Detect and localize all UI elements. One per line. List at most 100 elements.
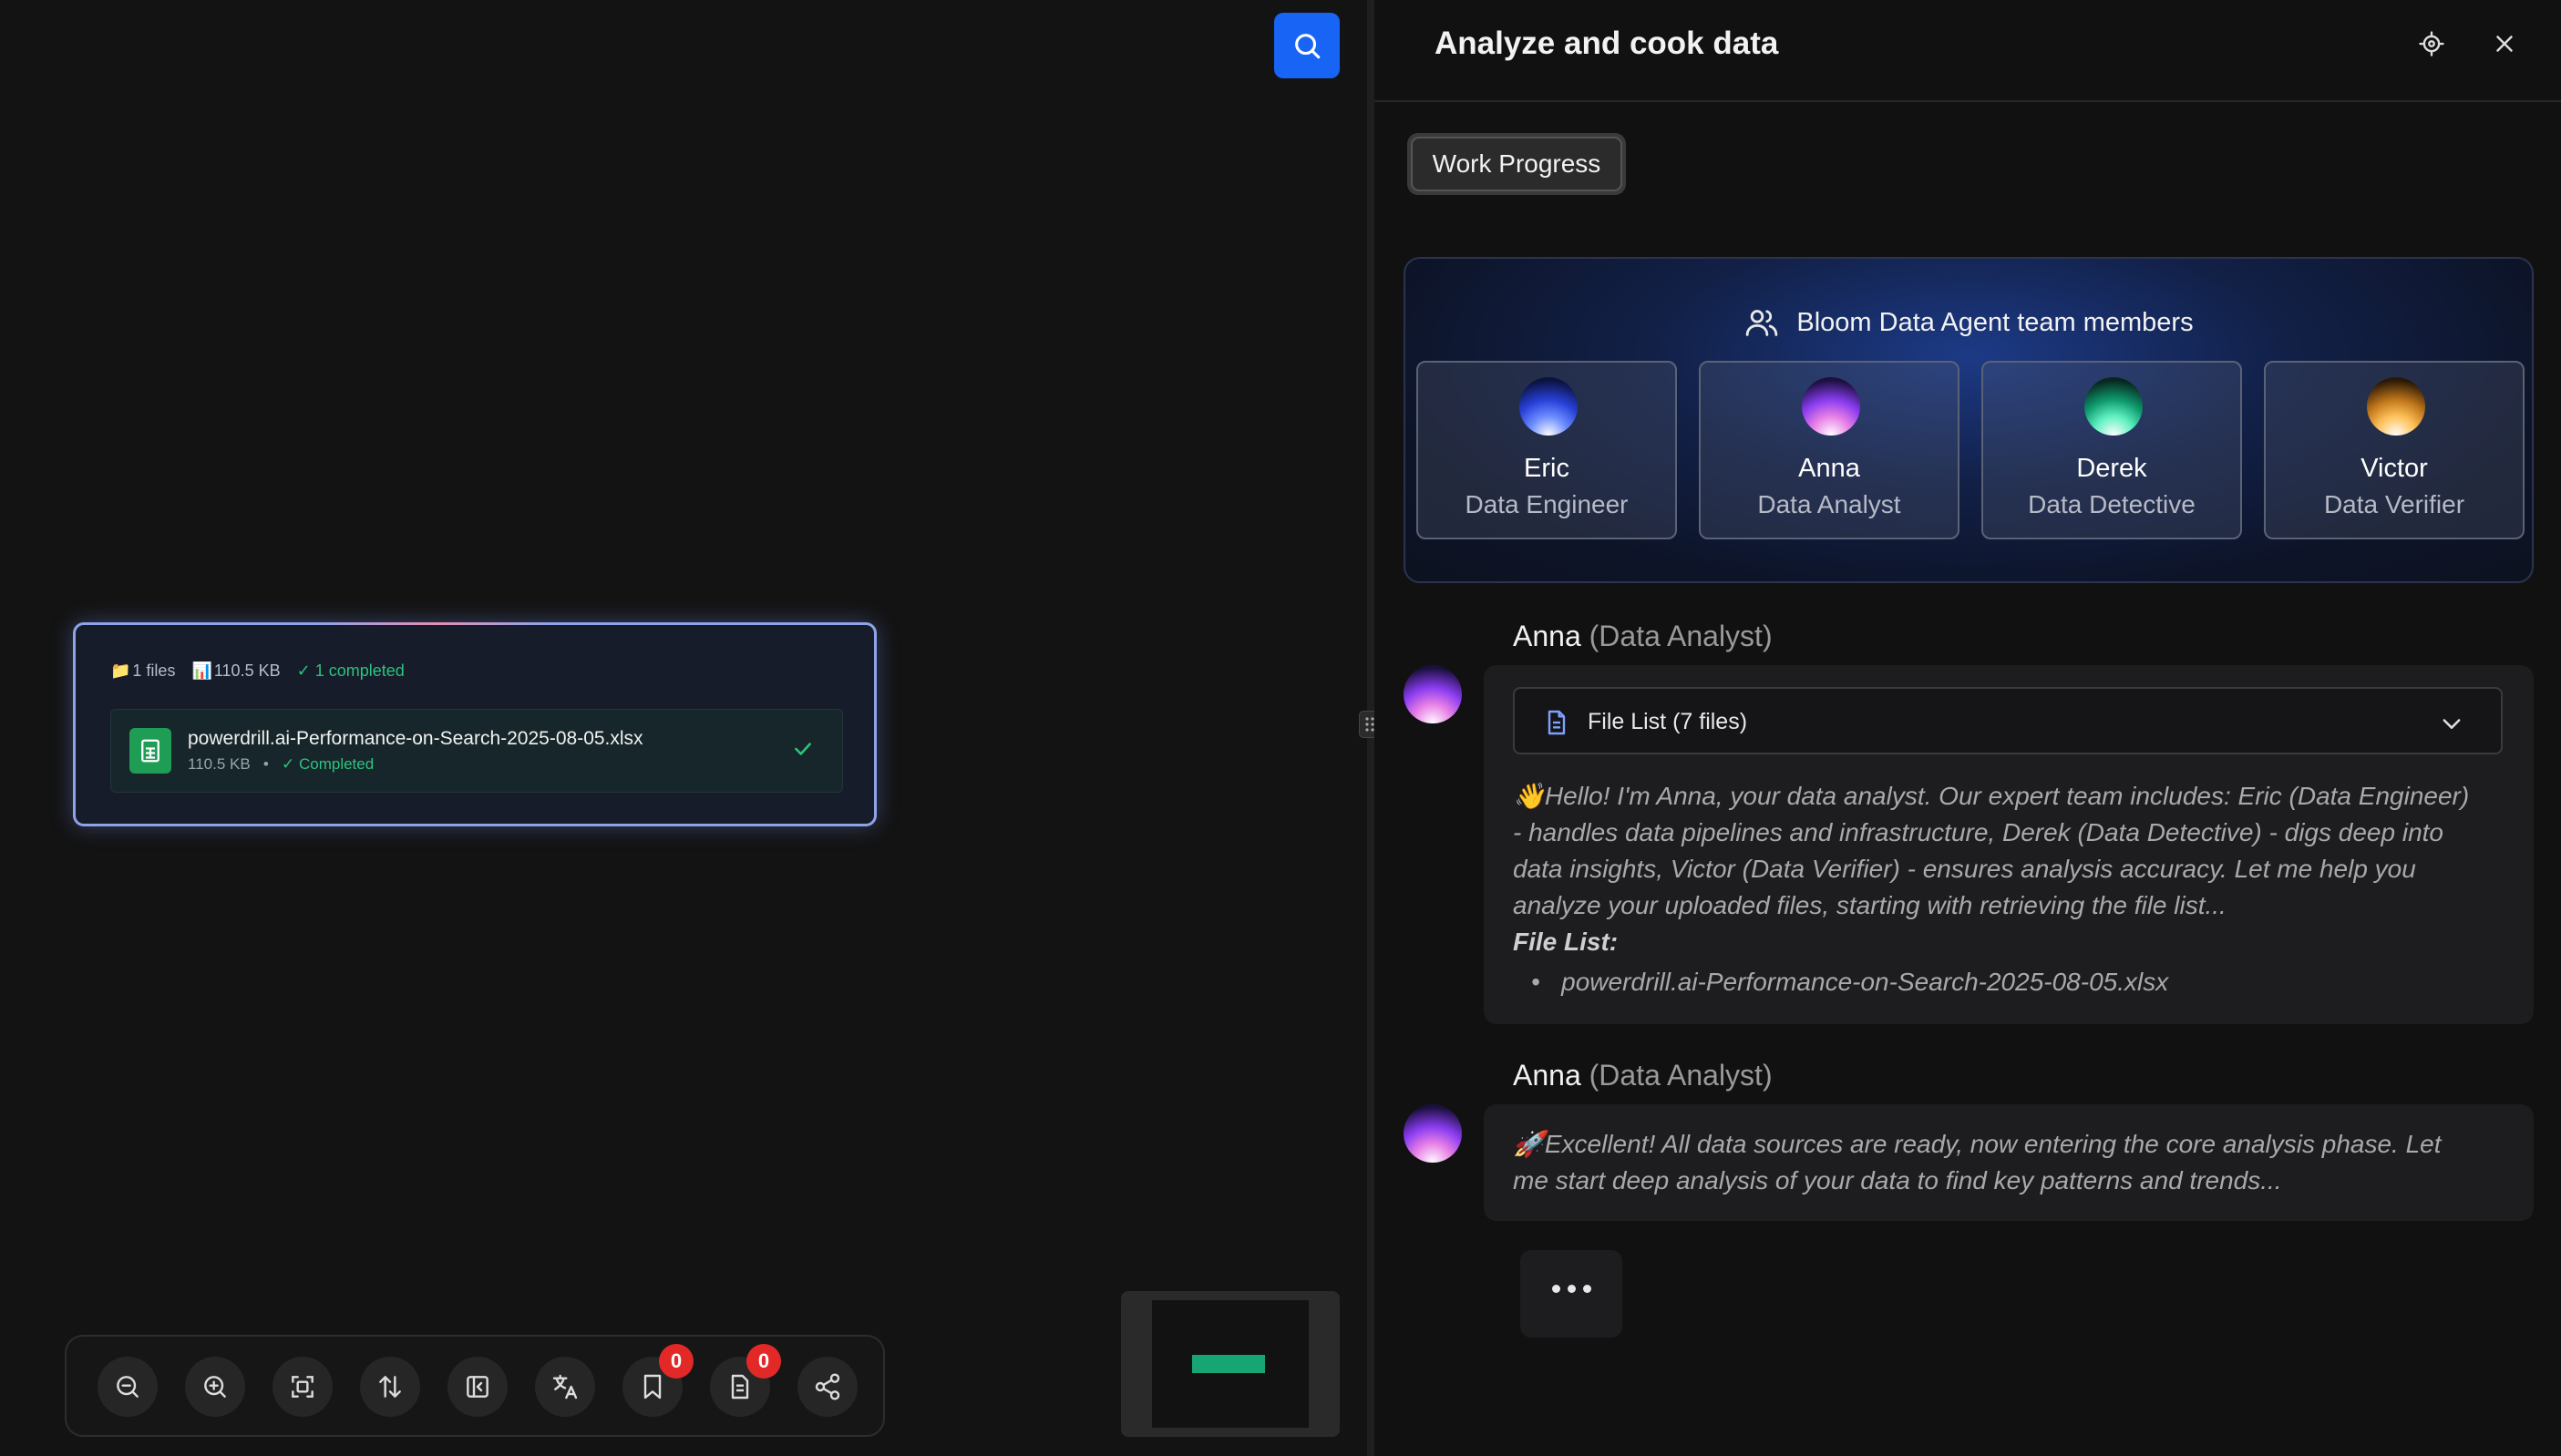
zoom-out-button[interactable]: [98, 1357, 158, 1417]
file-name: powerdrill.ai-Performance-on-Search-2025…: [188, 728, 643, 749]
zoom-out-icon: [117, 1376, 139, 1398]
typing-dot: [1551, 1284, 1560, 1293]
member-role: Data Verifier: [2323, 490, 2465, 518]
avatar: [2084, 377, 2143, 436]
canvas-toolbar: 0 0: [65, 1335, 885, 1437]
check-icon: [795, 743, 811, 755]
message-text: 🚀Excellent! All data sources are ready, …: [1513, 1126, 2515, 1199]
bar-chart-icon: 📊: [191, 661, 212, 680]
author-role: (Data Analyst): [1589, 620, 1773, 652]
minimap-node: [1192, 1355, 1265, 1373]
search-button[interactable]: [1274, 13, 1340, 78]
file-card-meta: 📁 1 files 📊 110.5 KB ✓ 1 completed: [110, 661, 405, 681]
member-card-derek[interactable]: Derek Data Detective: [1981, 361, 2242, 539]
minimap-viewport[interactable]: [1152, 1300, 1309, 1428]
member-card-anna[interactable]: Anna Data Analyst: [1699, 361, 1959, 539]
file-status: ✓ Completed: [282, 755, 375, 773]
tab-work-progress[interactable]: Work Progress: [1407, 133, 1626, 195]
close-button[interactable]: [2484, 24, 2525, 64]
team-members-card: Bloom Data Agent team members Eric Data …: [1404, 257, 2534, 583]
translate-icon: [552, 1374, 578, 1400]
author-role: (Data Analyst): [1589, 1059, 1773, 1092]
notes-button[interactable]: 0: [710, 1344, 781, 1417]
message-author: Anna (Data Analyst): [1513, 620, 1773, 653]
bookmarks-button[interactable]: 0: [622, 1344, 694, 1417]
member-card-victor[interactable]: Victor Data Verifier: [2264, 361, 2525, 539]
team-title: Bloom Data Agent team members: [1405, 304, 2532, 341]
panel-header: Analyze and cook data: [1374, 0, 2561, 102]
minimap[interactable]: [1121, 1291, 1340, 1437]
member-name: Victor: [2360, 454, 2428, 483]
collapse-panel-button[interactable]: [447, 1357, 508, 1417]
text-line: analyze your uploaded files, starting wi…: [1513, 891, 2227, 919]
file-size: 110.5 KB: [188, 755, 251, 773]
canvas-area[interactable]: 📁 1 files 📊 110.5 KB ✓ 1 completed powerdr…: [0, 0, 1367, 1456]
close-icon: [2496, 36, 2513, 52]
text-line: 👋Hello! I'm Anna, your data analyst. Our…: [1513, 782, 2470, 810]
author-name: Anna: [1513, 620, 1581, 652]
upload-file-card[interactable]: 📁 1 files 📊 110.5 KB ✓ 1 completed powerdr…: [73, 622, 877, 826]
translate-button[interactable]: [535, 1357, 595, 1417]
total-size: 📊 110.5 KB: [191, 661, 281, 680]
folder-icon: 📁: [110, 661, 131, 680]
list-item: • powerdrill.ai-Performance-on-Search-20…: [1531, 968, 2169, 996]
crosshair-icon: [2419, 31, 2444, 56]
file-row[interactable]: powerdrill.ai-Performance-on-Search-2025…: [110, 709, 843, 793]
typing-dot: [1567, 1284, 1576, 1293]
completed-count: ✓ 1 completed: [296, 661, 405, 680]
bookmarks-badge: 0: [659, 1344, 694, 1379]
message-bubble: 🚀Excellent! All data sources are ready, …: [1484, 1104, 2534, 1221]
avatar: [1519, 377, 1578, 436]
member-role: Data Detective: [2028, 490, 2196, 518]
list-item-text: powerdrill.ai-Performance-on-Search-2025…: [1561, 968, 2169, 996]
member-name: Eric: [1524, 454, 1569, 483]
notes-badge: 0: [746, 1344, 781, 1379]
member-role: Data Engineer: [1465, 490, 1629, 518]
files-count: 📁 1 files: [110, 661, 176, 680]
member-card-eric[interactable]: Eric Data Engineer: [1416, 361, 1677, 539]
file-list-label: File List (7 files): [1588, 709, 1748, 734]
analysis-panel: Analyze and cook data Work Progress Bloo…: [1374, 0, 2561, 1456]
message-author: Anna (Data Analyst): [1513, 1059, 1773, 1092]
message-bubble: File List (7 files) 👋Hello! I'm Anna, yo…: [1484, 665, 2534, 1024]
tab-work-progress-label: Work Progress: [1411, 137, 1622, 191]
zoom-in-icon: [204, 1376, 226, 1398]
list-heading: File List:: [1513, 928, 1619, 956]
avatar: [1802, 377, 1860, 436]
chevron-down-icon: [2443, 719, 2461, 729]
share-icon: [815, 1373, 840, 1400]
panel-title: Analyze and cook data: [1435, 26, 1779, 61]
text-line: me start deep analysis of your data to f…: [1513, 1166, 2282, 1195]
typing-indicator: [1520, 1250, 1622, 1338]
text-line: - handles data pipelines and infrastruct…: [1513, 818, 2443, 846]
text-line: 🚀Excellent! All data sources are ready, …: [1513, 1130, 2442, 1158]
file-list-dropdown[interactable]: File List (7 files): [1513, 687, 2503, 754]
locate-button[interactable]: [2412, 24, 2452, 64]
zoom-in-button[interactable]: [185, 1357, 245, 1417]
separator-dot: •: [254, 755, 278, 773]
member-role: Data Analyst: [1757, 490, 1901, 518]
member-name: Derek: [2076, 454, 2147, 483]
text-line: data insights, Victor (Data Verifier) - …: [1513, 855, 2416, 883]
author-name: Anna: [1513, 1059, 1581, 1092]
file-subline: 110.5 KB • ✓ Completed: [188, 755, 374, 774]
document-icon: [731, 1374, 749, 1400]
spreadsheet-file-icon: [129, 728, 171, 774]
card-glow-line: [322, 622, 550, 625]
bookmark-icon: [643, 1374, 662, 1400]
file-text-icon: [1548, 710, 1566, 735]
avatar: [1404, 665, 1462, 723]
sort-button[interactable]: [360, 1357, 420, 1417]
panel-collapse-icon: [467, 1376, 489, 1398]
fit-view-button[interactable]: [273, 1357, 333, 1417]
typing-dot: [1582, 1284, 1591, 1293]
share-button[interactable]: [797, 1357, 858, 1417]
fit-view-icon: [292, 1376, 314, 1398]
users-icon: [1746, 310, 1778, 336]
team-title-text: Bloom Data Agent team members: [1796, 307, 2194, 337]
avatar: [1404, 1104, 1462, 1163]
app-root: 📁 1 files 📊 110.5 KB ✓ 1 completed powerdr…: [0, 0, 2561, 1456]
swap-vertical-icon: [379, 1376, 401, 1398]
message-text: 👋Hello! I'm Anna, your data analyst. Our…: [1513, 778, 2515, 1000]
search-icon: [1295, 34, 1321, 59]
